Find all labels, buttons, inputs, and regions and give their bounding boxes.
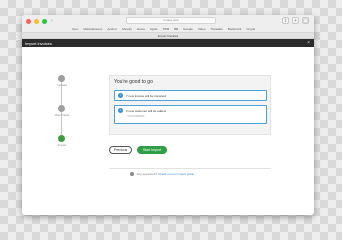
step-map-fields-dot <box>58 105 65 112</box>
summary-title: You're good to go <box>114 79 153 85</box>
bookmark-item[interactable]: Xero <box>72 27 78 31</box>
bookmark-item[interactable]: Video <box>198 27 206 31</box>
invoice-notice-text: 7 new invoice will be imported. <box>126 94 167 98</box>
lightbulb-icon <box>130 172 134 177</box>
step-map-fields-label: Map Fields <box>54 113 70 117</box>
step-import-dot <box>58 135 65 142</box>
share-icon[interactable]: ⇪ <box>282 17 289 24</box>
invoice-notice: i 7 new invoice will be imported. <box>114 90 267 101</box>
close-window-button[interactable] <box>26 19 31 24</box>
customer-name: • CUSTOMER01 <box>126 115 145 118</box>
summary-card: You're good to go i 7 new invoice will b… <box>109 75 271 135</box>
browser-tab[interactable]: Import Invoices <box>22 32 314 38</box>
modal-body: Upload Map Fields Import You're good to … <box>22 47 314 215</box>
bookmark-item[interactable]: Google <box>183 27 193 31</box>
add-tab-icon[interactable]: + <box>292 17 299 24</box>
bookmark-item[interactable]: Crypto <box>246 27 255 31</box>
window-controls <box>26 19 47 24</box>
tabs-overview-icon[interactable]: ▢ <box>302 17 309 24</box>
bookmark-item[interactable]: Translate <box>210 27 222 31</box>
previous-button[interactable]: Previous <box>109 146 132 154</box>
bookmark-item[interactable]: Home <box>137 27 145 31</box>
info-icon: i <box>118 93 123 98</box>
browser-chrome: ‹ › in.xero.com ⇪ + ▢ Xero Miscellaneous… <box>22 15 314 39</box>
bookmark-item[interactable]: Miscellaneous <box>83 27 102 31</box>
browser-window: ‹ › in.xero.com ⇪ + ▢ Xero Miscellaneous… <box>22 15 314 215</box>
modal-header: Import invoices × <box>22 39 314 47</box>
bookmark-item[interactable]: BB <box>174 27 178 31</box>
divider <box>109 168 271 169</box>
help-question: Any questions? <box>136 172 158 176</box>
bookmark-item[interactable]: Anchor <box>107 27 117 31</box>
bookmark-item[interactable]: Bookmark <box>228 27 242 31</box>
import-guide-link[interactable]: Check out our import guide <box>158 172 194 176</box>
start-import-button[interactable]: Start Import <box>137 146 167 154</box>
step-import-label: Import <box>57 143 67 147</box>
bookmark-item[interactable]: Shopify <box>122 27 132 31</box>
bookmark-item[interactable]: Apple <box>150 27 158 31</box>
close-icon[interactable]: × <box>307 40 314 46</box>
bookmark-item[interactable]: XPM <box>163 27 170 31</box>
modal-title: Import invoices <box>25 40 52 46</box>
bookmarks-bar: Xero Miscellaneous Anchor Shopify Home A… <box>22 26 314 31</box>
customer-notice: i 2 new customer will be added. • CUSTOM… <box>114 105 267 124</box>
customer-notice-text: 2 new customer will be added. <box>126 109 167 113</box>
back-forward-icon[interactable]: ‹ › <box>46 18 54 24</box>
info-icon: i <box>118 108 123 113</box>
address-bar[interactable]: in.xero.com <box>126 17 216 24</box>
help-line: Any questions? Check out our import guid… <box>130 172 194 177</box>
minimize-window-button[interactable] <box>34 19 39 24</box>
step-upload-label: Upload <box>57 83 67 87</box>
step-upload-dot <box>58 75 65 82</box>
